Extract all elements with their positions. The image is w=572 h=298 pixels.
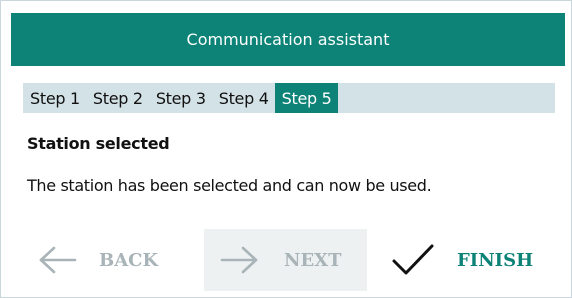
next-button-label: NEXT	[284, 249, 342, 271]
dialog-title: Communication assistant	[186, 30, 390, 49]
step-1: Step 1	[30, 88, 80, 108]
finish-button-label: FINISH	[457, 249, 534, 271]
back-button-label: BACK	[99, 249, 159, 271]
back-button[interactable]: BACK	[37, 229, 197, 291]
step-2: Step 2	[92, 88, 143, 108]
content-message: The station has been selected and can no…	[27, 176, 432, 195]
step-3: Step 3	[155, 88, 206, 108]
checkmark-icon	[391, 243, 435, 277]
next-button[interactable]: NEXT	[204, 229, 367, 291]
finish-button[interactable]: FINISH	[379, 229, 559, 291]
step-5-current: Step 5	[274, 83, 338, 113]
arrow-left-icon	[37, 245, 77, 275]
dialog-title-bar: Communication assistant	[11, 13, 565, 66]
step-indicator: Step 1 Step 2 Step 3 Step 4 Step 5	[23, 83, 555, 113]
arrow-right-icon	[220, 245, 260, 275]
content-heading: Station selected	[27, 134, 170, 153]
step-4: Step 4	[218, 88, 269, 108]
communication-assistant-dialog: Communication assistant Step 1 Step 2 St…	[0, 0, 572, 298]
